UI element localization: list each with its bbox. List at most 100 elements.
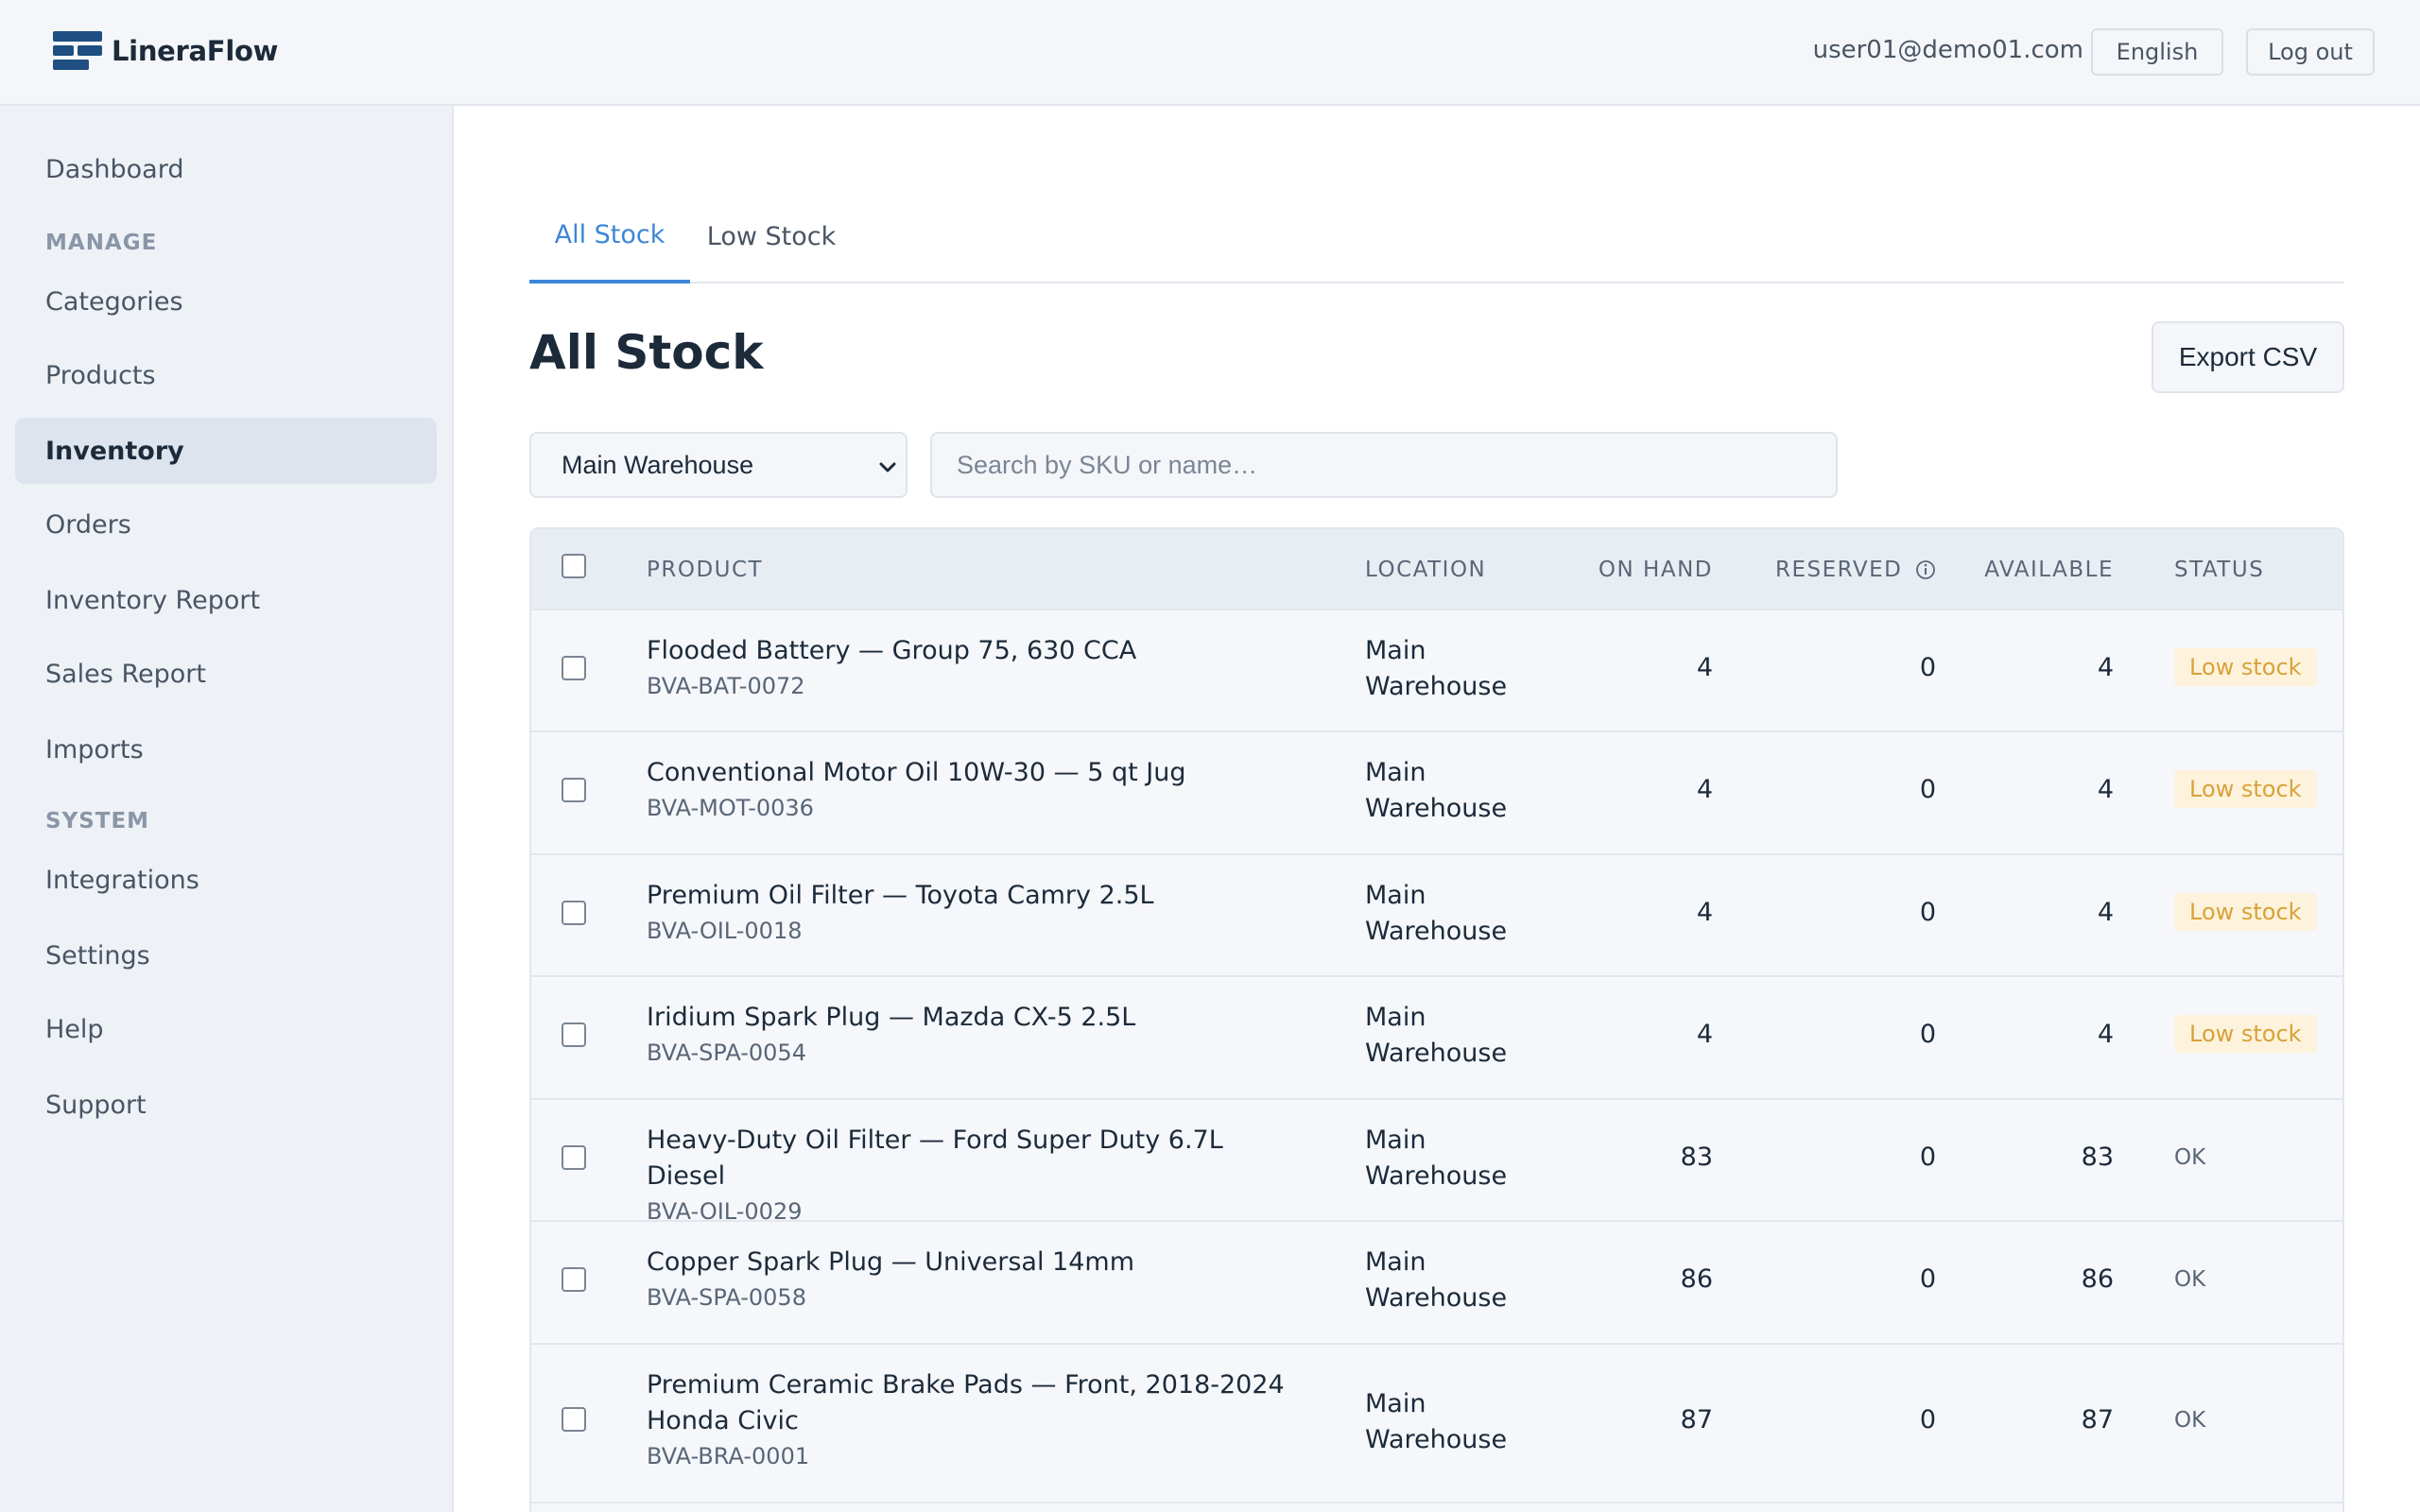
stock-tabs: All Stock Low Stock (529, 189, 2344, 284)
location-cell: Main Warehouse (1365, 758, 1508, 823)
sidebar: Dashboard MANAGE Categories Products Inv… (0, 106, 454, 1512)
chevron-down-icon (879, 462, 896, 472)
export-csv-button[interactable]: Export CSV (2152, 321, 2344, 393)
warehouse-select[interactable]: Main Warehouse (529, 432, 908, 498)
sidebar-item-orders[interactable]: Orders (15, 491, 437, 558)
reserved-cell: 0 (1919, 775, 1936, 804)
location-cell: Main Warehouse (1365, 1247, 1508, 1313)
table-row[interactable]: Heavy-Duty Oil Filter — Ford Super Duty … (531, 1100, 2342, 1225)
table-row[interactable]: Premium Oil Filter — Toyota Camry 2.5L B… (531, 855, 2342, 977)
stock-table: PRODUCT LOCATION ON HAND RESERVED AVAILA… (529, 527, 2344, 1512)
reserved-cell: 0 (1919, 1264, 1936, 1294)
brand[interactable]: LineraFlow (53, 31, 278, 71)
sidebar-item-imports[interactable]: Imports (15, 716, 437, 782)
top-bar: LineraFlow user01@demo01.com English Log… (0, 0, 2420, 106)
on-hand-cell: 4 (1696, 653, 1713, 682)
on-hand-cell: 87 (1680, 1405, 1713, 1435)
status-cell: OK (2174, 1402, 2205, 1438)
available-cell: 4 (2097, 653, 2114, 682)
location-cell: Main Warehouse (1365, 881, 1508, 946)
reserved-cell: 0 (1919, 898, 1936, 927)
on-hand-cell: 4 (1696, 898, 1713, 927)
sidebar-item-dashboard[interactable]: Dashboard (15, 136, 437, 202)
row-checkbox[interactable] (562, 656, 586, 680)
product-name[interactable]: Flooded Battery — Group 75, 630 CCA (647, 633, 1308, 669)
row-checkbox[interactable] (562, 1145, 586, 1170)
available-cell: 4 (2097, 775, 2114, 804)
brand-logo-icon (53, 31, 102, 71)
location-cell: Main Warehouse (1365, 1003, 1508, 1068)
sidebar-section-system: SYSTEM (45, 809, 150, 833)
sidebar-item-help[interactable]: Help (15, 996, 437, 1062)
status-badge: OK (2174, 1408, 2206, 1433)
product-sku: BVA-OIL-0018 (647, 918, 803, 944)
product-name[interactable]: Premium Ceramic Brake Pads — Front, 2018… (647, 1367, 1308, 1439)
user-email: user01@demo01.com (1812, 36, 2083, 64)
product-sku: BVA-BAT-0072 (647, 673, 805, 699)
table-row[interactable]: Flooded Battery — Group 75, 630 CCA BVA-… (531, 610, 2342, 732)
on-hand-cell: 83 (1680, 1143, 1713, 1172)
sidebar-item-settings[interactable]: Settings (15, 922, 437, 988)
row-checkbox[interactable] (562, 1267, 586, 1292)
location-cell: Main Warehouse (1365, 636, 1508, 701)
table-header: PRODUCT LOCATION ON HAND RESERVED AVAILA… (531, 529, 2342, 610)
product-sku: BVA-OIL-0029 (647, 1198, 803, 1225)
tab-low-stock[interactable]: Low Stock (690, 189, 853, 284)
language-button[interactable]: English (2091, 28, 2223, 76)
product-sku: BVA-SPA-0058 (647, 1284, 806, 1311)
product-cell: Premium Ceramic Brake Pads — Front, 2018… (647, 1367, 1308, 1469)
product-sku: BVA-BRA-0001 (647, 1443, 810, 1469)
sidebar-item-integrations[interactable]: Integrations (15, 847, 437, 913)
available-cell: 83 (2081, 1143, 2114, 1172)
product-cell: Copper Spark Plug — Universal 14mm BVA-S… (647, 1245, 1308, 1311)
sidebar-item-products[interactable]: Products (15, 342, 437, 408)
sidebar-section-manage: MANAGE (45, 231, 158, 255)
row-checkbox[interactable] (562, 1407, 586, 1432)
select-all-checkbox[interactable] (562, 554, 586, 578)
product-name[interactable]: Premium Oil Filter — Toyota Camry 2.5L (647, 878, 1308, 914)
product-name[interactable]: Copper Spark Plug — Universal 14mm (647, 1245, 1308, 1280)
product-cell: Premium Oil Filter — Toyota Camry 2.5L B… (647, 878, 1308, 944)
reserved-cell: 0 (1919, 1020, 1936, 1049)
sidebar-item-inventory-report[interactable]: Inventory Report (15, 567, 437, 633)
row-checkbox[interactable] (562, 1022, 586, 1047)
sidebar-item-categories[interactable]: Categories (15, 268, 437, 335)
available-cell: 87 (2081, 1405, 2114, 1435)
status-cell: Low stock (2174, 1015, 2317, 1053)
location-cell: Main Warehouse (1365, 1125, 1508, 1191)
column-header-status[interactable]: STATUS (2174, 529, 2264, 610)
status-badge: Low stock (2174, 648, 2317, 686)
product-cell: Iridium Spark Plug — Mazda CX-5 2.5L BVA… (647, 1000, 1308, 1066)
product-name[interactable]: Conventional Motor Oil 10W-30 — 5 qt Jug (647, 755, 1308, 791)
product-name[interactable]: Heavy-Duty Oil Filter — Ford Super Duty … (647, 1123, 1308, 1194)
product-cell: Flooded Battery — Group 75, 630 CCA BVA-… (647, 633, 1308, 699)
table-row[interactable]: Premium Ceramic Brake Pads — Front, 2018… (531, 1345, 2342, 1503)
warehouse-select-value: Main Warehouse (562, 450, 754, 479)
sidebar-item-sales-report[interactable]: Sales Report (15, 641, 437, 707)
status-cell: OK (2174, 1262, 2205, 1297)
status-badge: Low stock (2174, 893, 2317, 931)
table-row[interactable]: Iridium Spark Plug — Mazda CX-5 2.5L BVA… (531, 977, 2342, 1100)
status-badge: OK (2174, 1145, 2206, 1170)
table-row[interactable]: Conventional Motor Oil 10W-30 — 5 qt Jug… (531, 732, 2342, 855)
column-header-available[interactable]: AVAILABLE (1925, 529, 2114, 610)
product-name[interactable]: Iridium Spark Plug — Mazda CX-5 2.5L (647, 1000, 1308, 1036)
column-header-on-hand[interactable]: ON HAND (1524, 529, 1713, 610)
logout-button[interactable]: Log out (2246, 28, 2375, 76)
row-checkbox[interactable] (562, 778, 586, 802)
available-cell: 86 (2081, 1264, 2114, 1294)
status-badge: Low stock (2174, 1015, 2317, 1053)
status-cell: OK (2174, 1140, 2205, 1176)
column-header-reserved-label: RESERVED (1775, 558, 1903, 582)
sidebar-item-inventory[interactable]: Inventory (15, 418, 437, 484)
status-cell: Low stock (2174, 648, 2317, 686)
search-input[interactable] (930, 432, 1838, 498)
sidebar-item-support[interactable]: Support (15, 1072, 437, 1138)
table-row[interactable]: Copper Spark Plug — Universal 14mm BVA-S… (531, 1222, 2342, 1345)
status-badge: Low stock (2174, 770, 2317, 808)
column-header-location[interactable]: LOCATION (1365, 529, 1486, 610)
tab-all-stock[interactable]: All Stock (529, 189, 690, 284)
status-cell: Low stock (2174, 770, 2317, 808)
column-header-product[interactable]: PRODUCT (647, 529, 763, 610)
row-checkbox[interactable] (562, 901, 586, 925)
